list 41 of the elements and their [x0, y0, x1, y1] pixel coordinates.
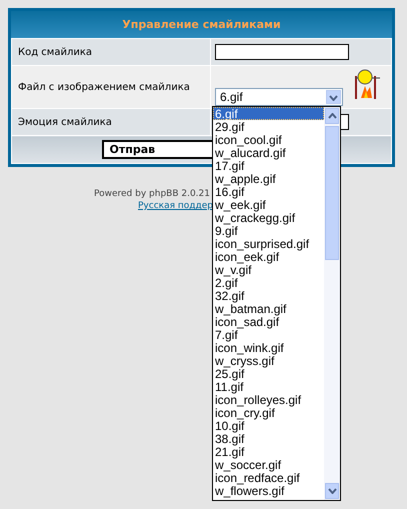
caret-icon [328, 488, 336, 494]
support-link[interactable]: Русская поддер [138, 201, 210, 211]
dropdown-option[interactable]: 32.gif [213, 289, 324, 302]
dropdown-option[interactable]: w_eek.gif [213, 198, 324, 211]
dropdown-option[interactable]: icon_redface.gif [213, 471, 324, 484]
file-select[interactable]: 6.gif [215, 88, 343, 106]
dropdown-option[interactable]: w_crackegg.gif [213, 211, 324, 224]
dropdown-option[interactable]: icon_cry.gif [213, 406, 324, 419]
caret-icon [329, 95, 338, 101]
dropdown-option[interactable]: icon_rolleyes.gif [213, 393, 324, 406]
dropdown-option[interactable]: w_v.gif [213, 263, 324, 276]
dropdown-option[interactable]: 21.gif [213, 445, 324, 458]
dropdown-option[interactable]: w_flowers.gif [213, 484, 324, 497]
dropdown-option[interactable]: 7.gif [213, 328, 324, 341]
scroll-up-icon [328, 113, 336, 119]
dropdown-option[interactable]: w_apple.gif [213, 172, 324, 185]
dropdown-option[interactable]: 16.gif [213, 185, 324, 198]
panel-title: Управление смайликами [11, 11, 392, 38]
dropdown-option[interactable]: icon_sad.gif [213, 315, 324, 328]
field-label: Эмоция смайлика [12, 108, 210, 136]
dropdown-option[interactable]: icon_eek.gif [213, 250, 324, 263]
dropdown-option[interactable]: 17.gif [213, 159, 324, 172]
text-field[interactable] [215, 44, 349, 60]
dropdown-option[interactable]: icon_surprised.gif [213, 237, 324, 250]
field-label: Код смайлика [12, 38, 210, 66]
smiley-campfire-icon [353, 68, 381, 100]
dropdown-option[interactable]: w_cryss.gif [213, 354, 324, 367]
dropdown-option[interactable]: 38.gif [213, 432, 324, 445]
dropdown-option[interactable]: 11.gif [213, 380, 324, 393]
dropdown-option[interactable]: 6.gif [213, 107, 324, 120]
dropdown-option[interactable]: 9.gif [213, 224, 324, 237]
field-label: Файл с изображением смайлика [12, 66, 210, 108]
dropdown-option[interactable]: icon_wink.gif [213, 341, 324, 354]
dropdown-option[interactable]: w_soccer.gif [213, 458, 324, 471]
dropdown-option[interactable]: 25.gif [213, 367, 324, 380]
powered-by-text: Powered by phpBB 2.0.21 [94, 189, 210, 199]
dropdown-option[interactable]: 2.gif [213, 276, 324, 289]
dropdown-option[interactable]: 10.gif [213, 419, 324, 432]
dropdown-option[interactable]: 29.gif [213, 120, 324, 133]
dropdown-option[interactable]: w_batman.gif [213, 302, 324, 315]
scrollbar[interactable] [324, 107, 340, 500]
